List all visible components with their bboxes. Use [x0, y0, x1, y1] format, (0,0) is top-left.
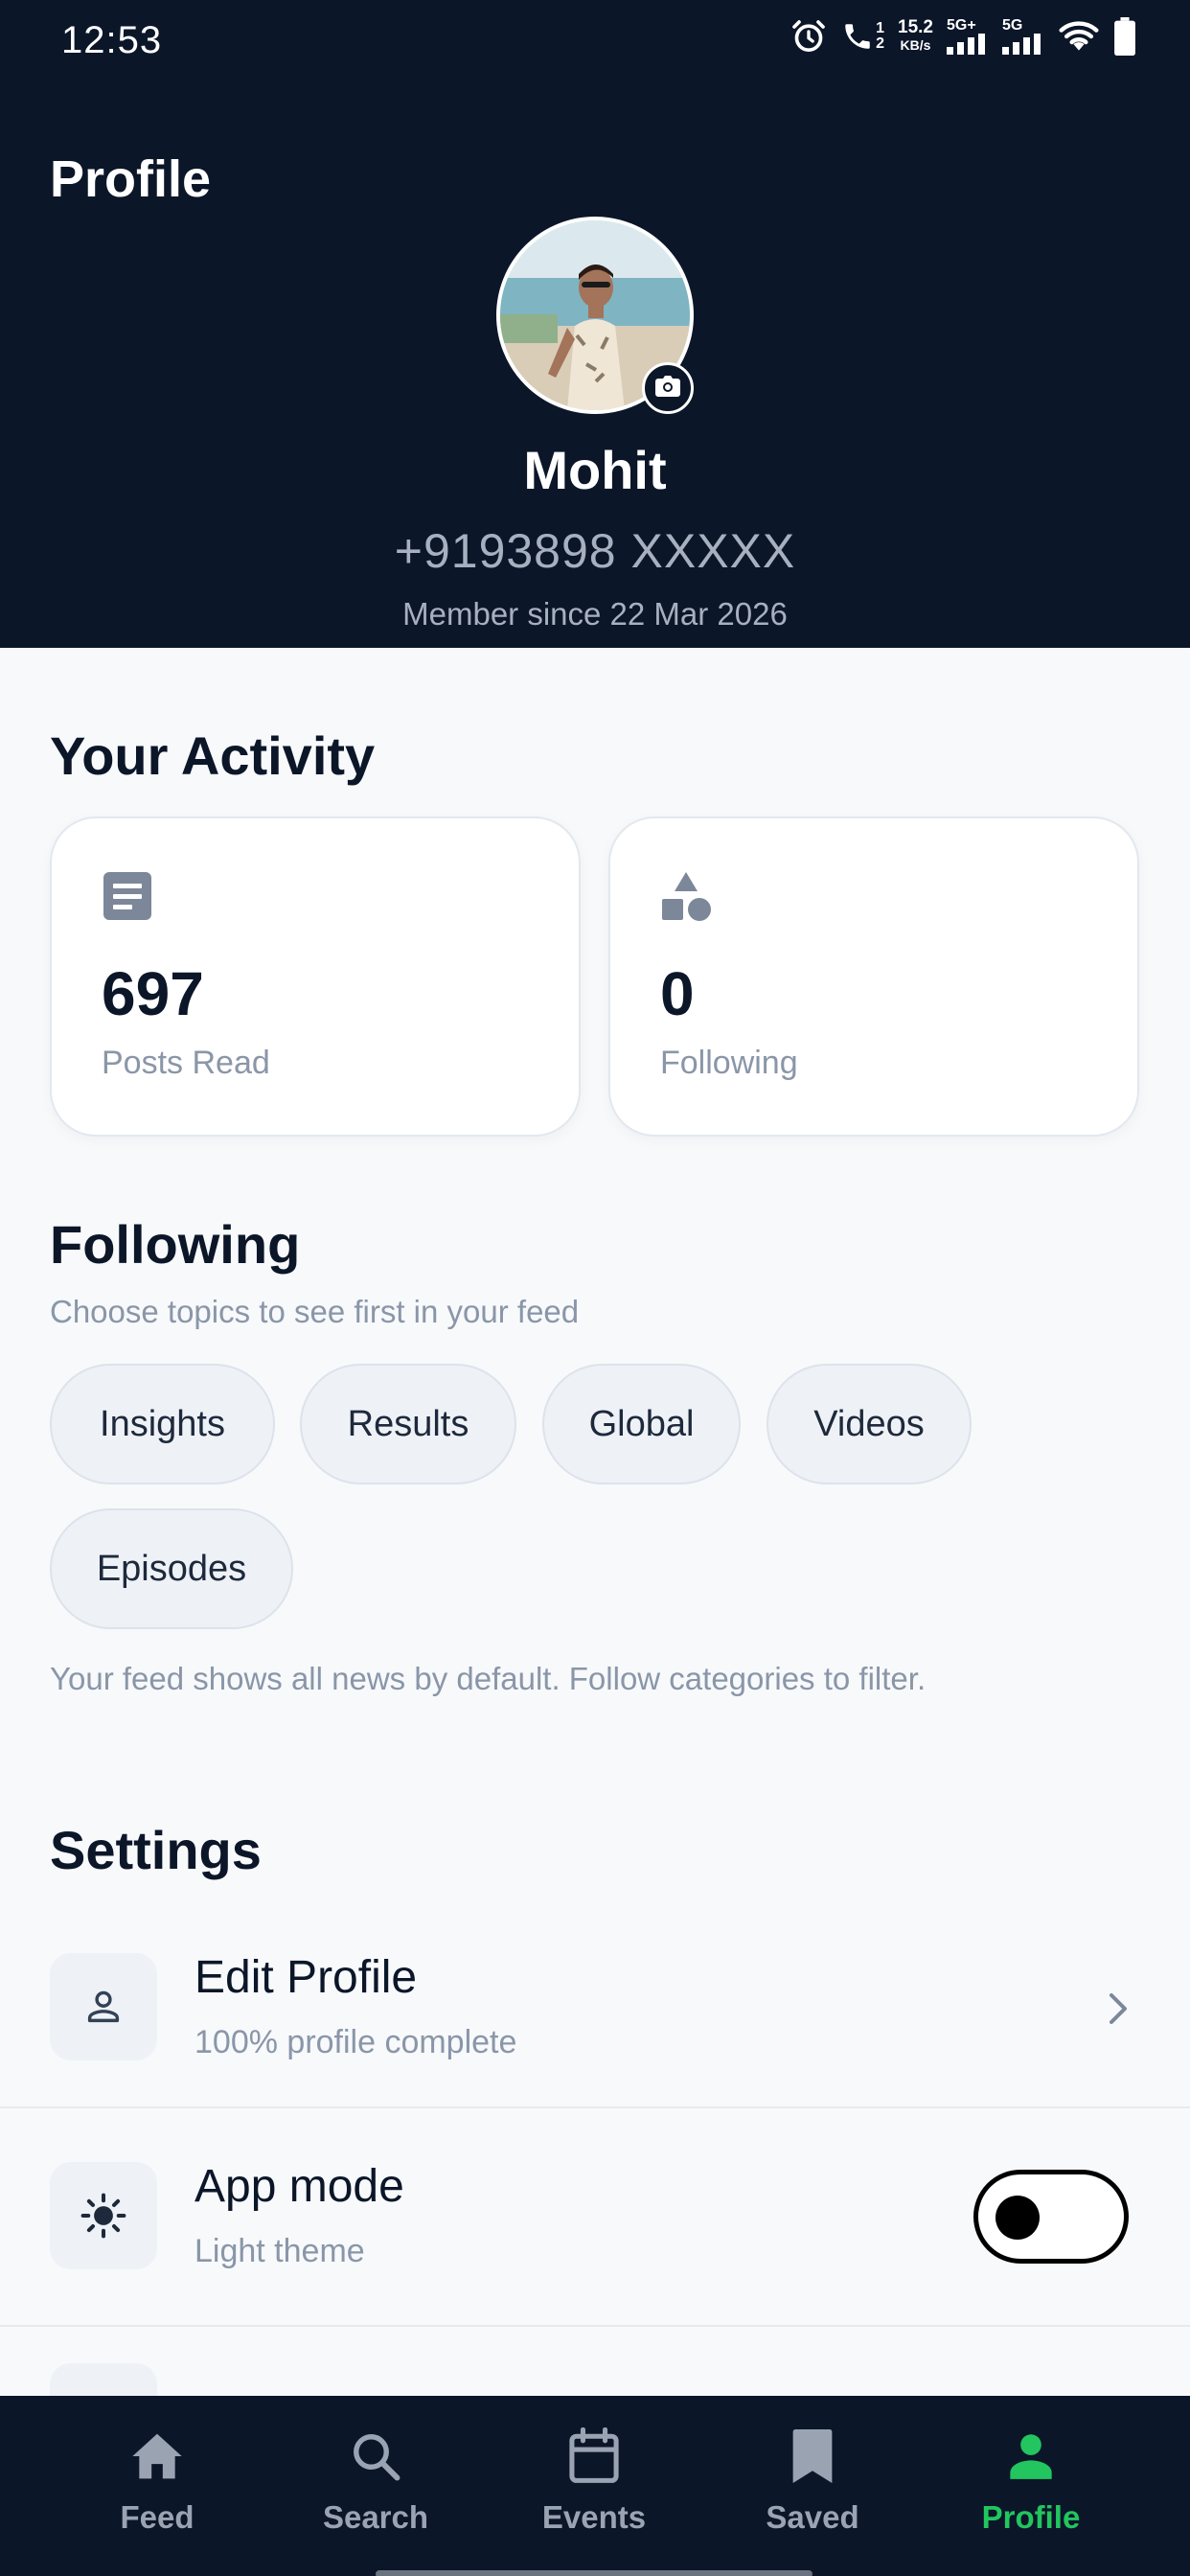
battery-icon — [1113, 17, 1136, 56]
status-time: 12:53 — [61, 19, 163, 61]
sun-icon — [50, 2162, 157, 2269]
shapes-icon — [660, 870, 712, 922]
following-subtitle: Choose topics to see first in your feed — [50, 1294, 580, 1329]
alarm-icon — [790, 17, 828, 56]
wifi-icon — [1058, 18, 1100, 55]
topic-chip-results[interactable]: Results — [300, 1364, 516, 1484]
network-speed-value: 15.2 — [898, 17, 933, 37]
call-sim-bottom: 2 — [876, 35, 885, 52]
activity-title: Your Activity — [50, 725, 376, 786]
app-mode-subtitle: Light theme — [195, 2233, 365, 2269]
search-icon — [350, 2423, 401, 2490]
topic-chip-global[interactable]: Global — [542, 1364, 741, 1484]
nav-search-label: Search — [322, 2499, 429, 2535]
change-photo-button[interactable] — [642, 362, 694, 414]
network-speed-unit: KB/s — [900, 37, 931, 53]
following-title: Following — [50, 1214, 301, 1275]
home-icon — [130, 2423, 184, 2490]
following-count-label: Following — [660, 1045, 798, 1081]
call-sim-top: 1 — [876, 20, 885, 36]
member-since: Member since 22 Mar 2026 — [402, 596, 788, 632]
user-name: Mohit — [523, 440, 667, 500]
nav-events-label: Events — [541, 2499, 647, 2535]
app-mode-title: App mode — [195, 2161, 404, 2212]
posts-read-card[interactable]: 697 Posts Read — [50, 816, 581, 1137]
nav-saved-label: Saved — [766, 2499, 859, 2535]
status-bar: 12:53 1 2 15.2 KB/s 5G+ 5G — [0, 0, 1190, 86]
nav-events[interactable]: Events — [498, 2396, 690, 2576]
following-card[interactable]: 0 Following — [608, 816, 1139, 1137]
user-icon — [50, 1953, 157, 2060]
bottom-nav: Feed Search Events Saved Profile — [0, 2396, 1190, 2576]
page-title: Profile — [50, 150, 212, 208]
following-count-value: 0 — [660, 959, 695, 1028]
feed-hint: Your feed shows all news by default. Fol… — [50, 1661, 927, 1696]
sim1-label: 5G+ — [947, 17, 976, 34]
nav-profile-label: Profile — [981, 2499, 1081, 2535]
nav-feed-label: Feed — [120, 2499, 195, 2535]
network-speed: 15.2 KB/s — [898, 17, 933, 54]
posts-read-value: 697 — [102, 959, 204, 1028]
article-icon — [102, 870, 153, 922]
camera-icon — [655, 375, 680, 402]
topic-chip-insights[interactable]: Insights — [50, 1364, 275, 1484]
topic-chip-episodes[interactable]: Episodes — [50, 1508, 293, 1629]
topic-chip-videos[interactable]: Videos — [767, 1364, 972, 1484]
edit-profile-row[interactable]: Edit Profile 100% profile complete — [0, 1926, 1190, 2108]
nav-saved[interactable]: Saved — [717, 2396, 908, 2576]
edit-profile-title: Edit Profile — [195, 1952, 418, 2003]
nav-feed[interactable]: Feed — [61, 2396, 253, 2576]
wifi-call-icon: 1 2 — [841, 18, 884, 55]
user-phone: +9193898 XXXXX — [394, 524, 796, 578]
nav-profile[interactable]: Profile — [935, 2396, 1127, 2576]
sim2-label: 5G — [1002, 17, 1023, 34]
edit-profile-subtitle: 100% profile complete — [195, 2024, 517, 2060]
calendar-icon — [567, 2423, 621, 2490]
status-icons: 1 2 15.2 KB/s 5G+ 5G — [790, 17, 1136, 56]
theme-toggle[interactable] — [973, 2170, 1129, 2264]
chevron-right-icon — [1108, 1991, 1129, 2031]
posts-read-label: Posts Read — [102, 1045, 270, 1081]
toggle-knob — [995, 2196, 1040, 2240]
signal-icon: 5G — [1002, 18, 1044, 55]
settings-title: Settings — [50, 1820, 262, 1880]
home-indicator[interactable] — [376, 2570, 812, 2576]
bookmark-icon — [790, 2423, 835, 2490]
signal-icon: 5G+ — [947, 18, 989, 55]
profile-header: 12:53 1 2 15.2 KB/s 5G+ 5G Profile Mohit… — [0, 0, 1190, 648]
person-icon — [1006, 2423, 1056, 2490]
nav-search[interactable]: Search — [280, 2396, 471, 2576]
